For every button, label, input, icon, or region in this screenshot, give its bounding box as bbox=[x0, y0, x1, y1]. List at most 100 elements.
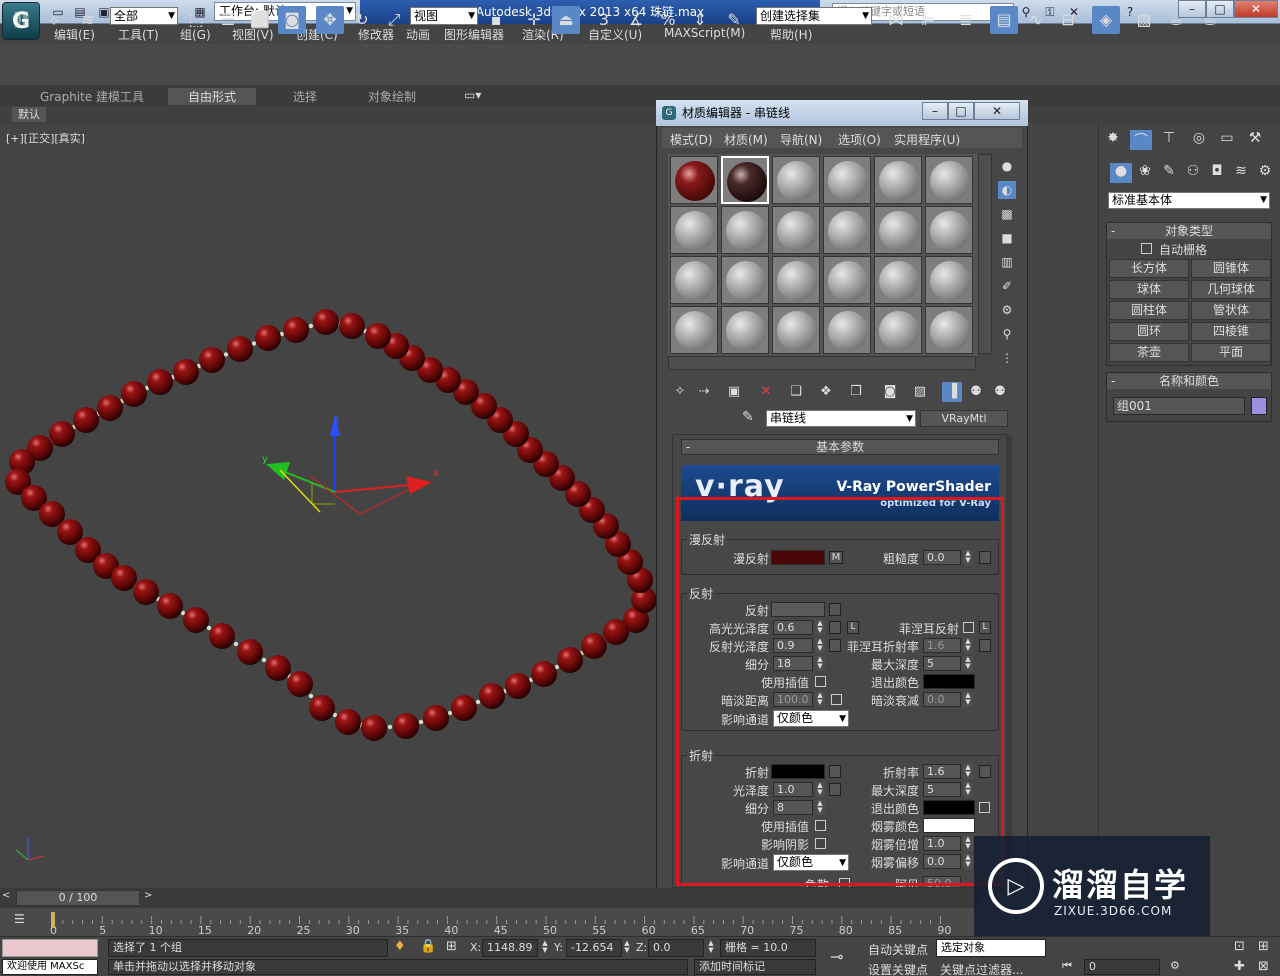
get-material-icon[interactable]: ✧ bbox=[670, 382, 690, 402]
uv-tiling-icon[interactable]: ■ bbox=[998, 229, 1016, 247]
select-by-material-icon[interactable]: ⚲ bbox=[998, 325, 1016, 343]
percent-snap-icon[interactable]: % bbox=[654, 6, 682, 34]
material-slot[interactable] bbox=[721, 206, 769, 254]
material-type-button[interactable]: VRayMtl bbox=[920, 410, 1008, 427]
select-rotate-icon[interactable]: ↻ bbox=[348, 6, 376, 34]
unlink-icon[interactable]: ⟡ bbox=[40, 6, 68, 34]
cameras-icon[interactable]: ⚇ bbox=[1182, 163, 1204, 183]
mirror-icon[interactable]: ⋈ bbox=[882, 6, 910, 34]
torus-button[interactable]: 圆环 bbox=[1109, 322, 1189, 341]
material-slot[interactable] bbox=[823, 306, 871, 354]
material-slot[interactable] bbox=[823, 156, 871, 204]
name-color-header[interactable]: - 名称和颜色 bbox=[1107, 373, 1271, 389]
plane-button[interactable]: 平面 bbox=[1191, 343, 1271, 362]
select-manipulate-icon[interactable]: ✛ bbox=[520, 6, 548, 34]
geometry-icon[interactable]: ● bbox=[1110, 163, 1132, 183]
ribbon-tab-object-paint[interactable]: 对象绘制 bbox=[368, 88, 416, 105]
put-to-library-icon[interactable]: ❒ bbox=[846, 382, 866, 402]
layer-manager-icon[interactable]: ≣ bbox=[952, 6, 980, 34]
material-name-field[interactable]: 串链线 ▼ bbox=[766, 410, 916, 427]
mat-menu-material[interactable]: 材质(M) bbox=[724, 131, 768, 148]
maxscript-listener[interactable] bbox=[2, 939, 98, 957]
viewport-label[interactable]: [+][正交][真实] bbox=[6, 130, 85, 146]
create-tab-icon[interactable]: ✸ bbox=[1102, 130, 1124, 150]
display-tab-icon[interactable]: ▭ bbox=[1216, 130, 1238, 150]
backlight-icon[interactable]: ◐ bbox=[998, 181, 1016, 199]
modify-tab-icon[interactable]: ⌒ bbox=[1130, 130, 1152, 150]
time-slider[interactable]: < 0 / 100 > bbox=[0, 888, 980, 908]
tube-button[interactable]: 管状体 bbox=[1191, 301, 1271, 320]
object-name-input[interactable]: 组001 bbox=[1113, 397, 1245, 415]
eyedropper-icon[interactable]: ✎ bbox=[742, 409, 760, 427]
spacewarps-icon[interactable]: ≋ bbox=[1230, 163, 1252, 183]
pivot-center-icon[interactable]: ▪ bbox=[482, 6, 510, 34]
material-slot[interactable] bbox=[670, 206, 718, 254]
box-button[interactable]: 长方体 bbox=[1109, 259, 1189, 278]
motion-tab-icon[interactable]: ◎ bbox=[1188, 130, 1210, 150]
material-editor-icon[interactable]: ◈ bbox=[1092, 6, 1120, 34]
time-config-icon[interactable]: ⚙ bbox=[1170, 959, 1180, 972]
go-to-start-icon[interactable]: ⏮ bbox=[1062, 959, 1072, 973]
named-selection-dropdown[interactable]: 创建选择集 ▼ bbox=[756, 7, 872, 25]
slots-vscrollbar[interactable] bbox=[978, 154, 992, 354]
material-slot[interactable] bbox=[772, 306, 820, 354]
go-to-parent-icon[interactable]: ⚉ bbox=[966, 382, 986, 402]
material-slot[interactable] bbox=[874, 156, 922, 204]
material-slot[interactable] bbox=[925, 306, 973, 354]
make-copy-icon[interactable]: ❏ bbox=[786, 382, 806, 402]
slots-hscrollbar[interactable] bbox=[668, 356, 976, 370]
go-forward-sibling-icon[interactable]: ⚉ bbox=[990, 382, 1010, 402]
options-icon[interactable]: ⚙ bbox=[998, 301, 1016, 319]
material-slot[interactable] bbox=[670, 256, 718, 304]
mat-menu-navigation[interactable]: 导航(N) bbox=[780, 131, 822, 148]
z-coord-input[interactable]: 0.0 bbox=[648, 939, 704, 957]
assign-to-selection-icon[interactable]: ▣ bbox=[724, 382, 744, 402]
y-coord-spinner[interactable]: ▲ ▼ bbox=[622, 940, 632, 955]
material-slot[interactable] bbox=[925, 156, 973, 204]
select-scale-icon[interactable]: ⤢ bbox=[380, 6, 408, 34]
material-slot[interactable] bbox=[925, 256, 973, 304]
edit-named-selection-icon[interactable]: ✎ bbox=[720, 6, 748, 34]
ribbon-tab-selection[interactable]: 选择 bbox=[293, 88, 317, 105]
cylinder-button[interactable]: 圆柱体 bbox=[1109, 301, 1189, 320]
geosphere-button[interactable]: 几何球体 bbox=[1191, 280, 1271, 299]
show-map-icon[interactable]: ▨ bbox=[910, 382, 930, 402]
spinner-snap-icon[interactable]: ⇕ bbox=[686, 6, 714, 34]
x-coord-spinner[interactable]: ▲ ▼ bbox=[540, 940, 550, 955]
current-frame-marker[interactable] bbox=[51, 912, 55, 928]
set-key-button[interactable]: 设置关键点 bbox=[868, 961, 928, 976]
next-frame-icon[interactable]: > bbox=[144, 890, 156, 906]
y-coord-input[interactable]: -12.654 bbox=[566, 939, 622, 957]
selection-filter-dropdown[interactable]: 全部 ▼ bbox=[110, 7, 178, 25]
material-slot[interactable] bbox=[874, 206, 922, 254]
material-slot[interactable] bbox=[670, 156, 718, 204]
make-unique-icon[interactable]: ❖ bbox=[816, 382, 836, 402]
sample-type-icon[interactable]: ● bbox=[998, 157, 1016, 175]
maximize-viewport-icon[interactable]: ⊠ bbox=[1258, 959, 1269, 974]
auto-key-button[interactable]: 自动关键点 bbox=[868, 941, 928, 958]
put-to-scene-icon[interactable]: ⇢ bbox=[694, 382, 714, 402]
schematic-view-icon[interactable]: ⊟ bbox=[1054, 6, 1082, 34]
zoom-extents-icon[interactable]: ⊡ bbox=[1234, 939, 1245, 954]
hierarchy-tab-icon[interactable]: ⊤ bbox=[1158, 130, 1180, 150]
rect-selection-icon[interactable]: ⬜ bbox=[246, 6, 274, 34]
menu-animation[interactable]: 动画 bbox=[406, 26, 430, 43]
background-icon[interactable]: ▩ bbox=[998, 205, 1016, 223]
link-icon[interactable]: ⛓ bbox=[8, 6, 36, 34]
rendered-frame-icon[interactable]: ☕ bbox=[1162, 6, 1190, 34]
material-slot[interactable] bbox=[721, 306, 769, 354]
mat-minimize-button[interactable]: – bbox=[922, 102, 948, 120]
window-crossing-icon[interactable]: ◙ bbox=[278, 6, 306, 34]
angle-snap-icon[interactable]: ∡ bbox=[622, 6, 650, 34]
ribbon-tab-graphite[interactable]: Graphite 建模工具 bbox=[40, 88, 144, 105]
params-scrollbar[interactable] bbox=[1006, 436, 1012, 886]
mat-menu-options[interactable]: 选项(O) bbox=[838, 131, 881, 148]
bind-spacewarp-icon[interactable]: ≋ bbox=[74, 6, 102, 34]
systems-icon[interactable]: ⚙ bbox=[1254, 163, 1276, 183]
material-slot[interactable] bbox=[823, 256, 871, 304]
pyramid-button[interactable]: 四棱锥 bbox=[1191, 322, 1271, 341]
maxscript-mini-listener[interactable]: 欢迎使用 MAXSc bbox=[2, 959, 98, 975]
mat-close-button[interactable]: ✕ bbox=[974, 102, 1020, 120]
align-icon[interactable]: ⊫ bbox=[914, 6, 942, 34]
material-slot[interactable] bbox=[823, 206, 871, 254]
